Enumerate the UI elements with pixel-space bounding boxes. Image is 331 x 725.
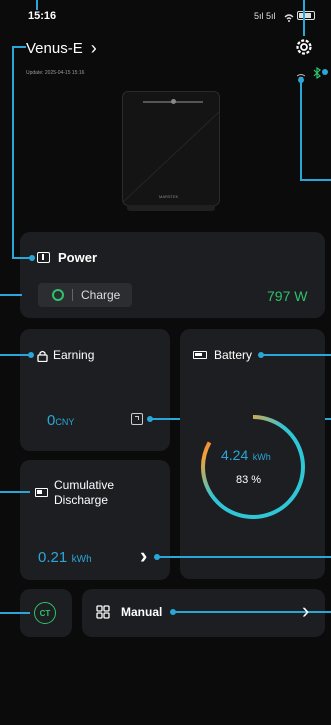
discharge-battery-icon: [35, 488, 48, 497]
bluetooth-icon: [313, 66, 321, 80]
annotation-line: [12, 46, 26, 48]
discharge-title-line2: Discharge: [54, 493, 109, 507]
manual-card[interactable]: [82, 589, 325, 637]
power-icon: [37, 252, 50, 263]
chevron-right-icon: ›: [90, 38, 97, 58]
earning-lock-icon: [37, 349, 48, 363]
status-time: 15:16: [28, 10, 57, 22]
annotation-line: [12, 46, 14, 258]
device-feet: [127, 205, 215, 211]
annotation-line: [158, 556, 331, 558]
discharge-value: 0.21 kWh: [38, 549, 92, 567]
annotation-line: [0, 491, 30, 493]
discharge-unit: kWh: [71, 554, 92, 565]
battery-icon: [193, 351, 207, 359]
device-name: Venus-E: [26, 40, 83, 57]
battery-status-icon: [297, 11, 315, 20]
wifi-connection-icon: [296, 68, 306, 81]
manual-label: Manual: [121, 605, 163, 619]
battery-energy: 4.24 kWh: [221, 447, 271, 465]
charge-mode-icon: [52, 289, 64, 301]
wifi-status-icon: [284, 10, 294, 22]
battery-percent: 83 %: [236, 474, 262, 486]
earning-value: 0CNY: [47, 412, 74, 430]
battery-energy-value: 4.24: [221, 447, 249, 463]
discharge-chevron-icon[interactable]: ›: [140, 543, 147, 569]
battery-energy-unit: kWh: [252, 452, 271, 462]
annotation-dot: [28, 352, 34, 358]
annotation-dot: [29, 255, 35, 261]
device-image: MARSTEK: [122, 91, 220, 206]
device-name-link[interactable]: Venus-E ›: [26, 38, 97, 59]
device-brand-label: MARSTEK: [159, 194, 179, 199]
annotation-dot: [298, 77, 304, 83]
annotation-line: [36, 0, 38, 10]
annotation-line: [0, 612, 30, 614]
annotation-line: [303, 0, 305, 36]
discharge-title: Cumulative Discharge: [54, 478, 114, 508]
earning-title: Earning: [53, 348, 95, 362]
battery-title: Battery: [214, 348, 253, 362]
annotation-line: [300, 179, 331, 181]
earning-unit: CNY: [55, 417, 75, 427]
ct-button[interactable]: CT: [34, 602, 56, 624]
manual-chevron-icon[interactable]: ›: [302, 598, 309, 624]
charge-mode-label: Charge: [81, 288, 121, 302]
discharge-title-line1: Cumulative: [54, 478, 115, 492]
charge-mode-pill[interactable]: Charge: [38, 283, 132, 307]
earning-detail-icon[interactable]: [131, 413, 143, 425]
earning-card[interactable]: [20, 329, 170, 451]
settings-gear-icon[interactable]: [294, 37, 314, 57]
ct-label: CT: [39, 608, 51, 618]
battery-ring-gauge: [198, 412, 308, 522]
annotation-line: [0, 354, 30, 356]
annotation-line: [262, 354, 331, 356]
annotation-dot: [322, 69, 328, 75]
power-title: Power: [58, 250, 98, 265]
discharge-amount: 0.21: [38, 549, 68, 566]
power-value: 797 W: [267, 288, 308, 304]
update-timestamp: Update: 2025-04-15 15:16: [26, 70, 85, 76]
annotation-line: [300, 80, 302, 180]
annotation-line: [0, 294, 22, 296]
manual-grid-icon: [96, 605, 110, 619]
signal-icon: 5ıl 5ıl: [254, 11, 276, 21]
